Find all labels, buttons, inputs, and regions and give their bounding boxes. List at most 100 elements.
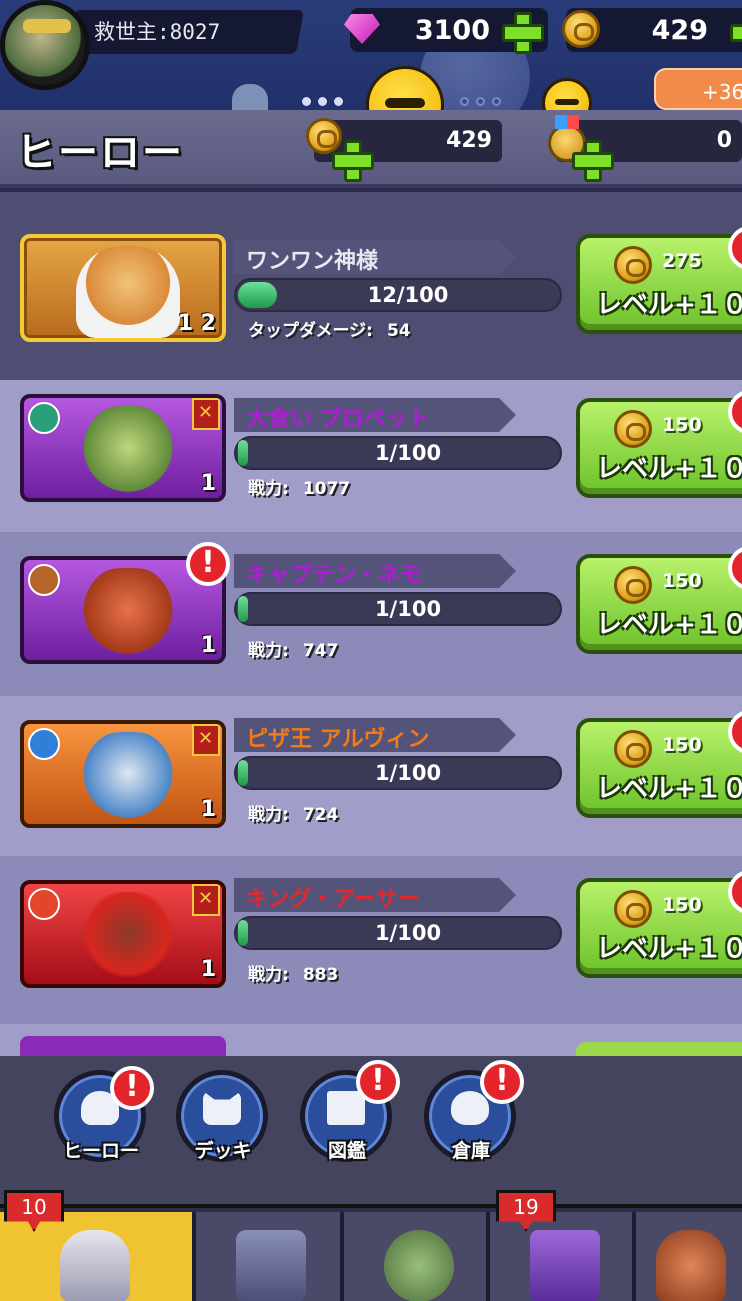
hero-portrait: [76, 732, 180, 824]
page-title: ヒーロー: [16, 130, 184, 176]
hero-card[interactable]: 1: [20, 394, 226, 502]
progress-text: 1/100: [374, 921, 442, 945]
tab-badge-count: 19: [513, 1195, 539, 1219]
alert-icon: [186, 542, 230, 586]
stat-value: 883: [302, 965, 339, 985]
coin-icon: [614, 566, 652, 604]
coin-icon: [614, 890, 652, 928]
hero-name: ピザ王 アルヴィン: [246, 727, 430, 752]
level-up-cost: 275: [662, 250, 702, 272]
hero-portrait: [76, 406, 180, 498]
cat-mask-icon: [203, 1091, 241, 1125]
attack-role-icon: [192, 398, 220, 430]
zombie-arrow-icon: [384, 1230, 454, 1301]
earth-element-icon: [28, 564, 60, 596]
hero-level: 1: [200, 471, 216, 496]
hero-name-banner: キング・アーサー: [234, 878, 516, 912]
progress-text: 1/100: [374, 597, 442, 621]
hero-card[interactable]: 1: [20, 880, 226, 988]
top-status-bar: 救世主:8027 3100 429 +36: [0, 0, 742, 110]
coin-counter: 429: [562, 8, 742, 52]
hero-progress-bar: 12/100: [234, 278, 562, 312]
hero-name-banner: ワンワン神様: [234, 240, 516, 274]
wind-element-icon: [28, 402, 60, 434]
hero-row: 1 大食い プロペット 1/100 戦力: 1077 150 レベル+１０: [0, 380, 742, 532]
tab-chest[interactable]: [490, 1212, 636, 1301]
level-up-label: レベル+１０: [596, 290, 742, 320]
revolver-icon: [236, 1230, 306, 1301]
tombstone-icon[interactable]: [232, 84, 268, 110]
hero-name: ワンワン神様: [246, 249, 379, 274]
level-up-button[interactable]: 150 レベル+１０: [576, 878, 742, 978]
hero-portrait: [76, 246, 180, 338]
hero-name: キング・アーサー: [246, 887, 420, 912]
stat-label: 戦力:: [248, 479, 289, 499]
coin-count: 429: [651, 15, 708, 46]
hero-progress-bar: 1/100: [234, 592, 562, 626]
hero-level: 1: [200, 797, 216, 822]
add-gems-button[interactable]: [502, 12, 544, 54]
hero-progress-bar: 1/100: [234, 916, 562, 950]
hero-name-banner: 大食い プロペット: [234, 398, 516, 432]
hero-row: 1 キング・アーサー 1/100 戦力: 883 150 レベル+１０: [0, 856, 742, 1024]
hero-row: 1 キャプテン・ネモ 1/100 戦力: 747 150 レベル+１０: [0, 532, 742, 696]
add-coins-button[interactable]: [730, 12, 742, 48]
level-up-button[interactable]: 150 レベル+１０: [576, 718, 742, 818]
hero-level: 1: [200, 633, 216, 658]
hero-name-banner: キャプテン・ネモ: [234, 554, 516, 588]
hero-level: 1: [200, 957, 216, 982]
hero-card[interactable]: 1 2: [20, 234, 226, 342]
add-medals-button[interactable]: [572, 140, 614, 182]
alert-icon: [480, 1060, 524, 1104]
stat-value: 1077: [302, 479, 351, 499]
coin-icon: [614, 410, 652, 448]
tab-battle[interactable]: [344, 1212, 490, 1301]
player-name: 救世主:8027: [94, 20, 221, 44]
tab-weapons[interactable]: [196, 1212, 344, 1301]
hero-stat: タップダメージ: 54: [248, 316, 411, 341]
level-up-label: レベル+１０: [596, 454, 742, 484]
header-coin-count: 429: [446, 128, 492, 153]
level-up-label: レベル+１０: [596, 934, 742, 964]
level-up-button[interactable]: 150 レベル+１０: [576, 398, 742, 498]
hero-screen-header: ヒーロー 429 0: [0, 110, 742, 188]
player-avatar[interactable]: [0, 0, 90, 90]
hero-card[interactable]: 1: [20, 720, 226, 828]
page-dot: [334, 97, 343, 106]
level-up-cost: 150: [662, 734, 702, 756]
level-up-button[interactable]: 150 レベル+１０: [576, 554, 742, 654]
level-up-cost: 150: [662, 414, 702, 436]
progress-text: 1/100: [374, 441, 442, 465]
progress-text: 1/100: [374, 761, 442, 785]
hero-portrait: [76, 892, 180, 984]
hero-stat: 戦力: 724: [248, 800, 338, 825]
add-coins-button[interactable]: [332, 140, 374, 182]
boss-monster-icon: [656, 1230, 726, 1301]
angry-face-icon[interactable]: [542, 78, 592, 110]
subnav-label: ヒーロー: [62, 1140, 139, 1162]
hero-progress-bar: 1/100: [234, 756, 562, 790]
hero-list[interactable]: 1 2 ワンワン神様 12/100 タップダメージ: 54 275 レベル+１０ …: [0, 192, 742, 1056]
level-up-cost: 150: [662, 570, 702, 592]
stat-label: 戦力:: [248, 965, 289, 985]
coin-icon: [562, 10, 600, 48]
subnav-label: 倉庫: [451, 1140, 490, 1162]
hero-stat: 戦力: 1077: [248, 474, 350, 499]
page-dot: [302, 97, 311, 106]
hero-row: 1 ピザ王 アルヴィン 1/100 戦力: 724 150 レベル+１０: [0, 696, 742, 856]
bonus-text: +36: [702, 80, 742, 104]
level-up-button[interactable]: 275 レベル+１０: [576, 234, 742, 334]
hero-name: 大食い プロペット: [246, 407, 430, 432]
header-medal-count: 0: [716, 128, 732, 153]
tab-boss[interactable]: [636, 1212, 742, 1301]
water-element-icon: [28, 728, 60, 760]
hero-card-partial[interactable]: [20, 1036, 226, 1056]
hero-stat: 戦力: 883: [248, 960, 338, 985]
stat-label: 戦力:: [248, 641, 289, 661]
hero-name: キャプテン・ネモ: [246, 563, 423, 588]
progress-text: 12/100: [367, 283, 449, 307]
tab-heroes[interactable]: [0, 1212, 196, 1301]
level-up-button-partial[interactable]: [576, 1042, 742, 1056]
gem-icon: [344, 14, 380, 44]
bonus-badge[interactable]: +36: [654, 68, 742, 110]
